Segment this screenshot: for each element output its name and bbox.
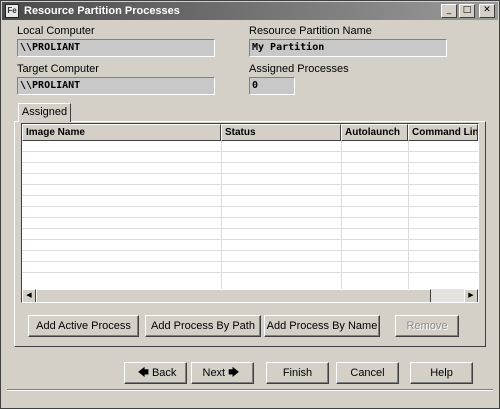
add-active-process-button[interactable]: Add Active Process bbox=[28, 315, 139, 337]
minimize-button[interactable]: _ bbox=[441, 4, 457, 18]
list-item bbox=[22, 196, 478, 207]
list-item bbox=[22, 185, 478, 196]
list-header: Image Name Status Autolaunch Command Lin… bbox=[22, 124, 478, 141]
partition-name-field: My Partition bbox=[249, 39, 447, 57]
list-item bbox=[22, 251, 478, 262]
tab-assigned[interactable]: Assigned bbox=[18, 103, 71, 122]
window-title: Resource Partition Processes bbox=[24, 5, 180, 17]
close-button[interactable]: ✕ bbox=[479, 4, 495, 18]
back-button[interactable]: 🡄 Back bbox=[124, 362, 187, 384]
list-body[interactable] bbox=[22, 141, 478, 289]
list-item bbox=[22, 218, 478, 229]
list-item bbox=[22, 152, 478, 163]
next-label: Next bbox=[202, 367, 226, 379]
status-bar bbox=[2, 393, 498, 408]
list-item bbox=[22, 229, 478, 240]
list-item bbox=[22, 141, 478, 152]
horizontal-scrollbar[interactable]: ◀ ▶ bbox=[22, 289, 478, 302]
assigned-processes-count: 0 bbox=[249, 77, 295, 95]
finish-button[interactable]: Finish bbox=[266, 362, 329, 384]
local-computer-field: \\PROLIANT bbox=[17, 39, 215, 57]
column-header-autolaunch[interactable]: Autolaunch bbox=[341, 124, 408, 141]
column-divider bbox=[408, 141, 409, 289]
list-item bbox=[22, 174, 478, 185]
scroll-right-icon[interactable]: ▶ bbox=[464, 289, 478, 302]
list-item bbox=[22, 163, 478, 174]
dialog-window: Fe Resource Partition Processes _ □ ✕ Lo… bbox=[0, 0, 500, 409]
list-item bbox=[22, 207, 478, 218]
process-list[interactable]: Image Name Status Autolaunch Command Lin… bbox=[21, 123, 479, 303]
scroll-left-icon[interactable]: ◀ bbox=[22, 289, 36, 302]
column-header-image-name[interactable]: Image Name bbox=[22, 124, 221, 141]
arrow-right-icon: 🡆 bbox=[228, 367, 240, 380]
list-item bbox=[22, 262, 478, 273]
local-computer-label: Local Computer bbox=[17, 25, 95, 37]
remove-button[interactable]: Remove bbox=[395, 315, 459, 337]
list-item bbox=[22, 240, 478, 251]
target-computer-field: \\PROLIANT bbox=[17, 77, 215, 95]
help-button[interactable]: Help bbox=[410, 362, 473, 384]
column-divider bbox=[221, 141, 222, 289]
column-header-status[interactable]: Status bbox=[221, 124, 341, 141]
back-label: Back bbox=[151, 367, 177, 379]
maximize-button[interactable]: □ bbox=[459, 4, 475, 18]
column-header-command-line[interactable]: Command Line bbox=[408, 124, 478, 141]
separator bbox=[7, 389, 493, 391]
title-bar[interactable]: Fe Resource Partition Processes _ □ ✕ bbox=[2, 2, 498, 20]
cancel-button[interactable]: Cancel bbox=[336, 362, 399, 384]
target-computer-label: Target Computer bbox=[17, 63, 99, 75]
add-process-by-path-button[interactable]: Add Process By Path bbox=[145, 315, 261, 337]
partition-name-label: Resource Partition Name bbox=[249, 25, 372, 37]
column-divider bbox=[341, 141, 342, 289]
arrow-left-icon: 🡄 bbox=[137, 367, 149, 380]
next-button[interactable]: Next 🡆 bbox=[191, 362, 254, 384]
scrollbar-thumb[interactable] bbox=[36, 289, 431, 302]
app-icon: Fe bbox=[5, 4, 19, 18]
add-process-by-name-button[interactable]: Add Process By Name bbox=[264, 315, 380, 337]
assigned-processes-label: Assigned Processes bbox=[249, 63, 349, 75]
